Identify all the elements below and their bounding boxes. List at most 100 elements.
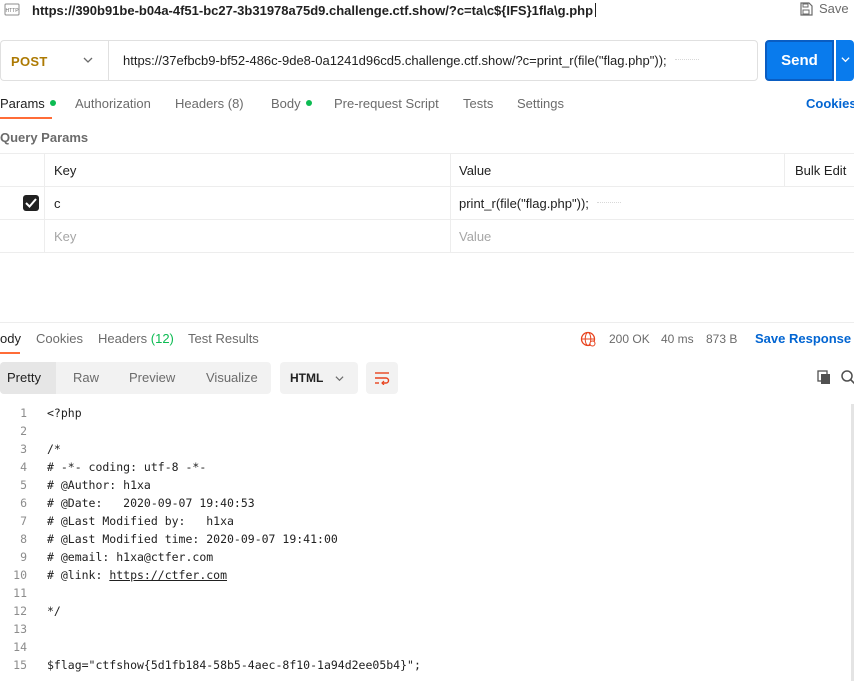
tab-authorization[interactable]: Authorization [75,96,151,111]
tab-tests[interactable]: Tests [463,96,493,111]
method-select[interactable]: POST [0,40,108,81]
line-number: 9 [20,550,27,564]
code-text: /* [47,442,61,456]
code-line: 12 */ [0,604,854,622]
chevron-down-icon [335,376,344,382]
params-indicator-dot [49,100,56,106]
line-number: 11 [13,586,27,600]
save-icon [800,1,813,16]
line-number: 13 [13,622,27,636]
code-text: */ [47,604,61,618]
request-tab-url: https://390b91be-b04a-4f51-bc27-3b31978a… [32,3,594,18]
network-globe-icon[interactable] [580,331,596,347]
format-label: HTML [290,371,324,385]
wrap-lines-button[interactable] [366,362,398,394]
column-divider [44,154,45,186]
view-pretty[interactable]: Pretty [7,370,41,385]
line-number: 1 [20,406,27,420]
code-line: 1 <?php [0,406,854,424]
copy-icon[interactable] [817,370,831,385]
chevron-down-icon [83,57,93,63]
param-enabled-checkbox[interactable] [23,195,39,211]
column-divider [450,154,451,186]
search-icon[interactable] [841,370,854,385]
code-line: 5 # @Author: h1xa [0,478,854,496]
view-preview[interactable]: Preview [129,370,175,385]
code-link[interactable]: https://ctfer.com [109,568,227,582]
new-value-input[interactable]: Value [459,229,491,244]
response-body-code[interactable]: 1 <?php 2 3 /* 4 # -*- coding: utf-8 -*- 5 #… [0,404,854,681]
line-number: 10 [13,568,27,582]
checkmark-icon [25,198,37,208]
status-code[interactable]: 200 OK [609,332,650,346]
request-tab-title[interactable]: https://390b91be-b04a-4f51-bc27-3b31978a… [32,3,597,18]
line-number: 2 [20,424,27,438]
line-number: 7 [20,514,27,528]
code-text-prefix: # @link: [47,568,110,582]
url-input[interactable]: https://37efbcb9-bf52-486c-9de8-0a1241d9… [108,40,758,81]
tab-settings[interactable]: Settings [517,96,564,111]
query-params-title: Query Params [0,130,89,145]
column-divider [44,220,45,252]
format-select[interactable]: HTML [280,362,358,394]
code-line: 4 # -*- coding: utf-8 -*- [0,460,854,478]
save-button[interactable]: Save [799,1,849,16]
active-tab-indicator [0,117,52,119]
param-value-text: print_r(file("flag.php")); [459,196,589,211]
table-header-row: Key Value Bulk Edit [0,153,854,187]
code-text: # @Date: 2020-09-07 19:40:53 [47,496,255,510]
tab-response-cookies[interactable]: Cookies [36,331,83,346]
line-number: 12 [13,604,27,618]
tab-response-headers[interactable]: Headers (12) [98,331,174,346]
table-row-empty: Key Value [0,220,854,253]
line-number: 4 [20,460,27,474]
method-label: POST [11,54,48,69]
line-number: 3 [20,442,27,456]
code-text: <?php [47,406,82,420]
code-text: # -*- coding: utf-8 -*- [47,460,207,474]
response-time[interactable]: 40 ms [661,332,694,346]
tab-body[interactable]: Body [271,96,312,111]
line-number: 6 [20,496,27,510]
tab-response-body[interactable]: ody [0,331,21,346]
tab-test-results[interactable]: Test Results [188,331,259,346]
line-number: 15 [13,658,27,672]
value-ghost-text [596,201,621,208]
bulk-edit-button[interactable]: Bulk Edit [795,163,846,178]
code-line: 3 /* [0,442,854,460]
code-text: # @email: h1xa@ctfer.com [47,550,214,564]
chevron-down-icon [841,57,850,63]
url-ghost-text [674,58,699,65]
http-request-icon: HTTP [4,3,20,16]
code-line: 11 [0,586,854,604]
response-size[interactable]: 873 B [706,332,737,346]
send-button[interactable]: Send [765,40,834,81]
code-line: 2 [0,424,854,442]
column-divider [450,220,451,252]
view-raw[interactable]: Raw [73,370,99,385]
line-number: 8 [20,532,27,546]
param-key-field[interactable]: c [54,196,61,211]
table-row: c print_r(file("flag.php")); [0,187,854,220]
save-response-button[interactable]: Save Response [755,331,854,346]
param-value-field[interactable]: print_r(file("flag.php")); [459,196,621,211]
response-tabs: ody Cookies Headers (12) Test Results [0,331,560,351]
tab-body-label: Body [271,96,301,111]
save-response-label: Save Response [755,331,852,346]
tab-pre-request-script[interactable]: Pre-request Script [334,96,439,111]
line-number: 14 [13,640,27,654]
new-key-input[interactable]: Key [54,229,76,244]
title-bar: HTTP https://390b91be-b04a-4f51-bc27-3b3… [0,0,854,22]
code-line: 15 $flag="ctfshow{5d1fb184-58b5-4aec-8f10… [0,658,854,676]
column-divider [450,187,451,219]
tab-headers[interactable]: Headers (8) [175,96,244,111]
tab-params[interactable]: Params [0,96,56,111]
cookies-link[interactable]: Cookies [806,96,854,111]
headers-count: (12) [150,331,174,346]
request-tabs: Params Authorization Headers (8) Body Pr… [0,96,854,118]
response-divider [0,322,854,323]
view-visualize[interactable]: Visualize [206,370,258,385]
column-header-key: Key [54,163,77,178]
send-options-button[interactable] [836,40,854,81]
code-line: 6 # @Date: 2020-09-07 19:40:53 [0,496,854,514]
